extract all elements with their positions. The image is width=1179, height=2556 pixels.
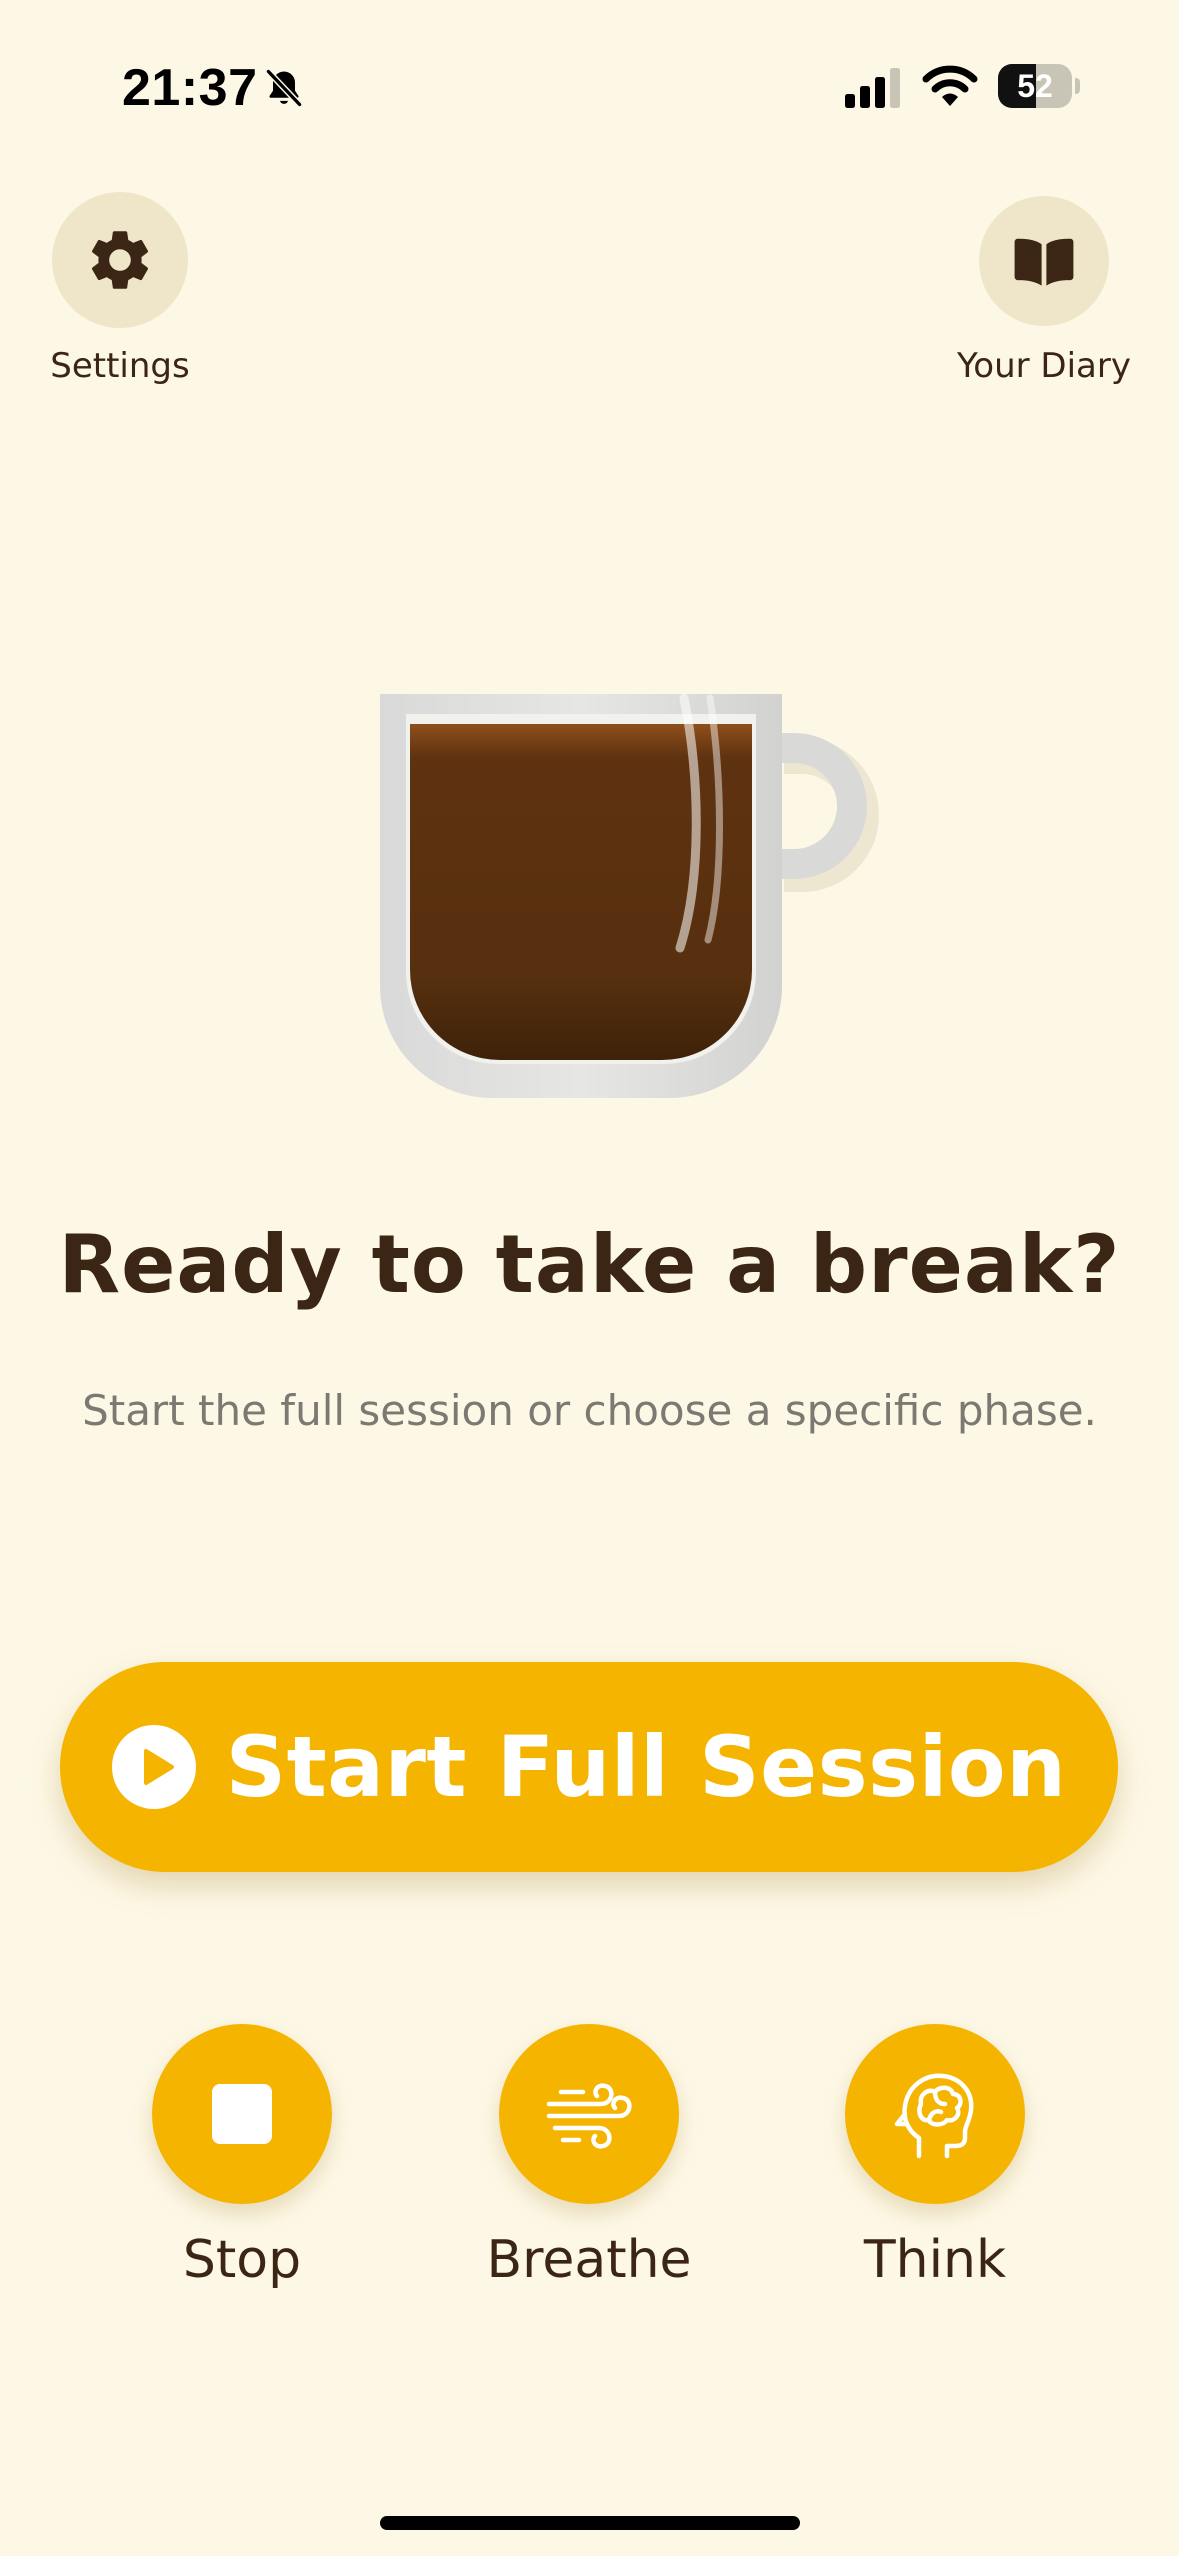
wind-icon <box>546 2083 632 2149</box>
stop-square-icon <box>212 2084 272 2144</box>
settings-label: Settings <box>50 346 190 386</box>
diary-label: Your Diary <box>957 346 1131 386</box>
open-book-icon <box>1014 238 1074 286</box>
diary-icon-circle[interactable] <box>979 196 1109 326</box>
settings-icon-circle[interactable] <box>52 192 188 328</box>
battery-tip <box>1075 78 1080 94</box>
bell-slash-icon <box>265 68 303 108</box>
phase-breathe-circle[interactable] <box>499 2024 679 2204</box>
status-time: 21:37 <box>122 59 258 117</box>
settings-button[interactable]: Settings <box>20 192 220 386</box>
battery-indicator: 52 <box>998 64 1080 108</box>
phase-breathe-label: Breathe <box>486 2230 692 2290</box>
phase-stop-button[interactable]: Stop <box>122 2024 362 2290</box>
diary-button[interactable]: Your Diary <box>944 196 1144 386</box>
home-indicator[interactable] <box>380 2516 800 2530</box>
page-title: Ready to take a break? <box>58 1218 1121 1311</box>
start-full-session-label: Start Full Session <box>225 1718 1067 1816</box>
gear-icon <box>91 231 149 289</box>
battery-level-text: 52 <box>1017 68 1053 104</box>
wifi-icon <box>922 65 978 106</box>
phase-stop-circle[interactable] <box>152 2024 332 2204</box>
phase-think-circle[interactable] <box>845 2024 1025 2204</box>
page-subtitle: Start the full session or choose a speci… <box>82 1386 1097 1435</box>
coffee-mug-illustration <box>380 693 879 1098</box>
head-brain-icon <box>894 2073 974 2159</box>
start-full-session-button[interactable]: Start Full Session <box>60 1662 1118 1872</box>
play-circle-icon <box>111 1725 196 1809</box>
phase-breathe-button[interactable]: Breathe <box>469 2024 709 2290</box>
cellular-signal-icon <box>845 68 900 108</box>
phase-stop-label: Stop <box>182 2230 302 2290</box>
phase-think-label: Think <box>863 2230 1007 2290</box>
phase-think-button[interactable]: Think <box>815 2024 1055 2290</box>
